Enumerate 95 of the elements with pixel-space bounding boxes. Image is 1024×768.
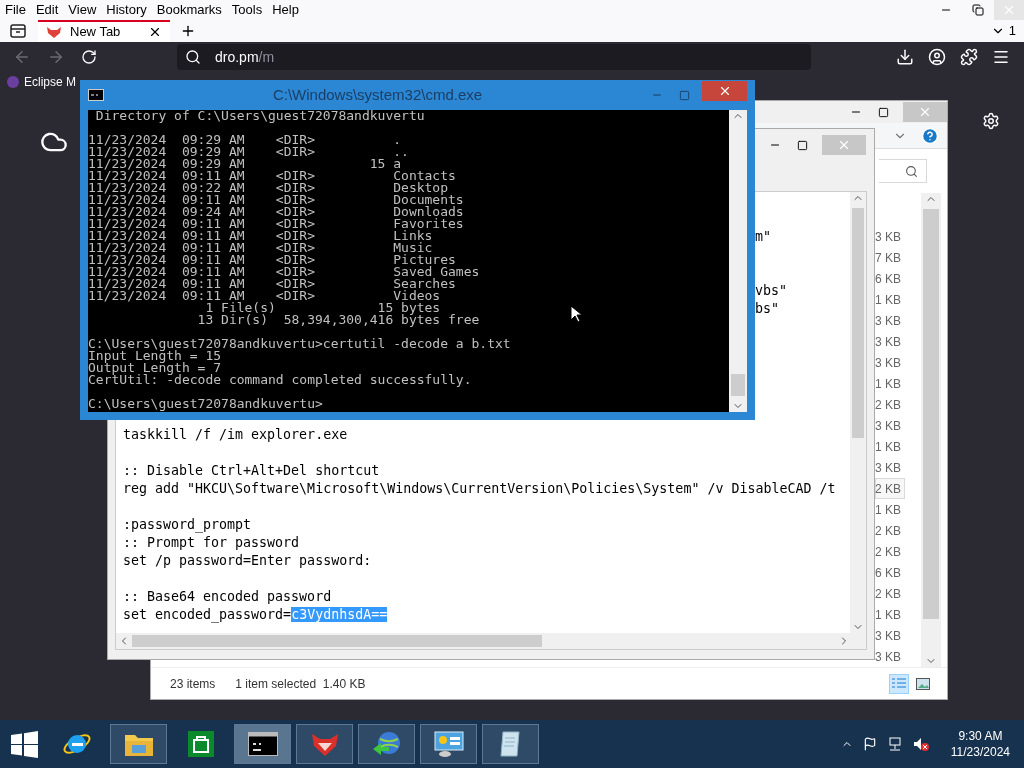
close-icon <box>837 138 851 152</box>
taskbar-app[interactable] <box>234 724 291 764</box>
file-size-cell[interactable]: 1 KB <box>875 436 905 457</box>
file-size-cell[interactable]: 3 KB <box>875 331 905 352</box>
new-tab-icon[interactable] <box>180 23 196 39</box>
file-size-cell[interactable]: 2 KB <box>875 541 905 562</box>
file-size-cell[interactable]: 6 KB <box>875 562 905 583</box>
search-icon <box>185 49 201 65</box>
file-size-cell[interactable]: 1 KB <box>875 499 905 520</box>
search-field[interactable] <box>879 159 927 183</box>
account-icon[interactable] <box>928 48 946 66</box>
code-line: m" <box>755 229 771 244</box>
code-line: taskkill /f /im explorer.exe <box>123 427 348 442</box>
help-icon[interactable] <box>921 126 939 145</box>
code-line: vbs" <box>755 283 788 298</box>
fox-head-icon <box>309 731 340 757</box>
file-size-cell[interactable]: 3 KB <box>875 415 905 436</box>
console-output: Directory of C:\Users\guest72078andkuvertu 11/23/2024 09:29 AM <DIR> . 11/23/2024 09:29 AM <DIR> .. 11/23/2024 09:29 AM 15 a 11/23/2024 09:11 AM <DIR> Contacts 11/23/2024 09:22 AM <DIR> Desktop 11/23/2024 09:11 AM <DIR> Documents 11/23/2024 09:24 AM <DIR> Downloads 11/23/2024 09:11 AM <DIR> Favorites 11/23/2024 09:11 AM <DIR> Links 11/23/2024 09:11 AM <DIR> Music 11/23/2024 09:11 AM <DIR> Pictures 11/23/2024 09:11 AM <DIR> Saved Games 11/23/2024 09:11 AM <DIR> Searches 11/23/2024 09:11 AM <DIR> Videos 1 File(s) 15 bytes 13 Dir(s) 58,394,300,416 bytes free C:\Users\guest72078andkuvertu>certutil -decode a b.txt Input Length = 15 Output Length = 7 CertUtil: -decode command completed successfully. C:\Users\guest72078andkuvertu> <box>88 110 511 410</box>
selection-info: 1 item selected 1.40 KB <box>235 675 366 693</box>
vertical-scrollbar[interactable] <box>921 193 941 667</box>
menu-item[interactable]: Help <box>267 0 304 20</box>
menu-item[interactable]: Bookmarks <box>151 0 227 20</box>
clock[interactable]: 9:30 AM 11/23/2024 <box>950 728 1010 760</box>
file-size-cell[interactable]: 3 KB <box>875 352 905 373</box>
code-line: reg add "HKCU\Software\Microsoft\Windows\CurrentVersion\Policies\System" /v DisableCAD /t <box>123 481 836 496</box>
menu-item[interactable]: Tools <box>226 0 268 20</box>
code-line: :: Base64 encoded password <box>123 589 332 604</box>
menu-icon[interactable] <box>992 48 1010 66</box>
shopping-bag-icon <box>186 730 215 758</box>
file-size-cell[interactable]: 3 KB <box>875 625 905 646</box>
code-line: bs" <box>755 301 780 316</box>
taskbar-app[interactable] <box>296 724 353 764</box>
restore-icon[interactable] <box>972 4 984 16</box>
terminal-icon <box>247 732 278 756</box>
reload-icon[interactable] <box>81 49 97 65</box>
file-size-cell[interactable]: 7 KB <box>875 247 905 268</box>
maximize-icon[interactable] <box>878 106 889 118</box>
terminal-icon <box>88 89 104 101</box>
file-size-cell[interactable]: 3 KB <box>875 457 905 478</box>
file-size-cell[interactable]: 2 KB <box>875 394 905 415</box>
volume-muted-icon[interactable] <box>912 737 929 751</box>
file-size-cell[interactable]: 3 KB <box>875 646 905 667</box>
time-text: 9:30 AM <box>958 728 1003 744</box>
forward-icon[interactable] <box>47 48 65 66</box>
address-field[interactable]: dro.pm/m <box>177 44 811 70</box>
window-title: C:\Windows\system32\cmd.exe <box>271 84 484 105</box>
list-icon <box>892 677 906 690</box>
file-size-cell[interactable]: 1 KB <box>875 604 905 625</box>
scrollbar-thumb[interactable] <box>731 374 745 396</box>
download-icon[interactable] <box>896 48 914 66</box>
close-tab-icon[interactable] <box>148 25 162 39</box>
tab-count: 1 <box>1008 22 1016 41</box>
code-line: set encoded_password=c3VydnhsdA== <box>123 607 388 622</box>
flag-icon[interactable] <box>862 737 877 751</box>
date-text: 11/23/2024 <box>950 744 1010 760</box>
file-size-cell[interactable]: 3 KB <box>875 226 905 247</box>
file-size-cell[interactable]: 2 KB <box>875 520 905 541</box>
menu-item[interactable]: History <box>101 0 152 20</box>
vertical-scrollbar[interactable] <box>729 110 747 412</box>
code-line: set /p password=Enter password: <box>123 553 372 568</box>
menu-item[interactable]: View <box>63 0 102 20</box>
close-icon <box>1002 3 1016 17</box>
taskbar-app[interactable] <box>482 724 539 764</box>
network-icon[interactable] <box>886 737 903 751</box>
menu-item[interactable]: Edit <box>30 0 64 20</box>
bookmark[interactable]: Eclipse M <box>6 73 76 91</box>
fox-head-icon <box>46 26 62 38</box>
image-icon <box>916 677 930 690</box>
control-panel-icon <box>432 730 465 758</box>
code-line: :: Prompt for password <box>123 535 300 550</box>
item-count: 23 items <box>170 675 216 693</box>
browser-tab[interactable]: New Tab <box>38 20 170 42</box>
taskbar-app[interactable] <box>110 724 167 764</box>
circle-logo-icon <box>6 75 20 89</box>
maximize-icon[interactable] <box>797 139 808 151</box>
file-size-cell[interactable]: 1 KB <box>875 289 905 310</box>
file-size-cell[interactable]: 2 KB <box>875 583 905 604</box>
tab-list-icon[interactable] <box>10 24 26 38</box>
code-line: :: Disable Ctrl+Alt+Del shortcut <box>123 463 380 478</box>
taskbar-app[interactable] <box>420 724 477 764</box>
file-size-cell[interactable]: 3 KB <box>875 310 905 331</box>
close-icon <box>918 105 932 119</box>
file-size-cell[interactable]: 1 KB <box>875 373 905 394</box>
mouse-pointer-icon <box>570 305 582 323</box>
settings-icon[interactable] <box>982 112 1000 130</box>
code-line: :password_prompt <box>123 517 252 532</box>
start-icon[interactable] <box>11 730 38 758</box>
horizontal-scrollbar[interactable] <box>116 633 866 649</box>
extensions-icon[interactable] <box>960 48 978 66</box>
search-icon <box>905 164 918 178</box>
file-size-cell[interactable]: 6 KB <box>875 268 905 289</box>
vertical-scrollbar[interactable] <box>850 192 866 633</box>
file-size-cell[interactable]: 2 KB <box>875 478 905 499</box>
menu-item[interactable]: File <box>0 0 31 20</box>
back-icon[interactable] <box>13 48 31 66</box>
